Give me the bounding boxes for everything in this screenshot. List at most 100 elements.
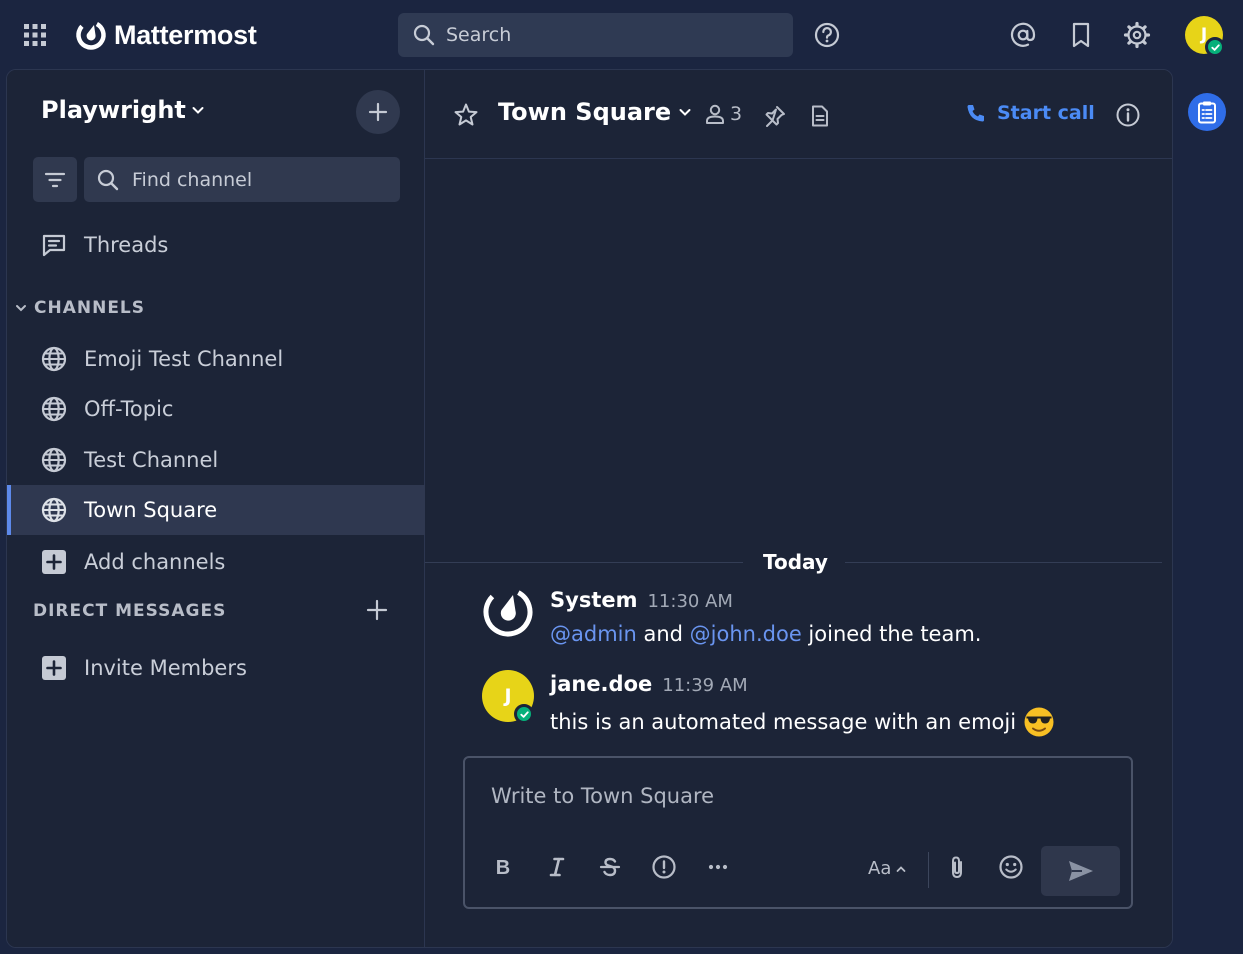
start-call-label: Start call bbox=[997, 102, 1095, 124]
format-label: Aa bbox=[868, 858, 892, 879]
add-direct-message-icon[interactable] bbox=[365, 598, 389, 622]
settings-icon[interactable] bbox=[1122, 20, 1152, 50]
mention-link[interactable]: @john.doe bbox=[690, 622, 802, 646]
avatar-initial: J bbox=[504, 685, 512, 707]
product-menu-icon[interactable] bbox=[22, 22, 48, 48]
priority-icon[interactable] bbox=[651, 854, 677, 880]
sidebar-item-threads[interactable]: Threads bbox=[7, 220, 425, 270]
section-label: CHANNELS bbox=[34, 298, 146, 318]
message-text: this is an automated message with an emo… bbox=[550, 710, 1023, 734]
add-box-icon bbox=[40, 548, 68, 576]
sidebar-item-label: Town Square bbox=[84, 498, 218, 522]
author-name[interactable]: jane.doe bbox=[550, 672, 652, 696]
sidebar-item-test-channel[interactable]: Test Channel bbox=[7, 435, 425, 485]
globe-icon bbox=[40, 446, 68, 474]
threads-icon bbox=[40, 231, 68, 259]
brand-name: Mattermost bbox=[114, 19, 257, 50]
message-input[interactable]: Write to Town Square bbox=[491, 784, 714, 808]
main-panel: Playwright Find channel Threads CHANNELS… bbox=[6, 69, 1173, 948]
post-time[interactable]: 11:39 AM bbox=[662, 675, 747, 696]
search-icon bbox=[96, 168, 120, 192]
channels-section-header[interactable]: CHANNELS bbox=[14, 298, 145, 318]
sidebar-item-label: Emoji Test Channel bbox=[84, 347, 284, 371]
team-name: Playwright bbox=[41, 96, 186, 124]
favorite-star-icon[interactable] bbox=[453, 102, 479, 128]
member-count: 3 bbox=[730, 103, 743, 125]
info-icon[interactable] bbox=[1115, 102, 1141, 128]
more-formatting-icon[interactable] bbox=[705, 854, 731, 880]
mattermost-logo-icon bbox=[75, 19, 107, 51]
svg-text:B: B bbox=[496, 857, 510, 879]
member-count-button[interactable]: 3 bbox=[704, 103, 742, 125]
add-button[interactable] bbox=[356, 90, 400, 134]
search-input[interactable]: Search bbox=[398, 13, 793, 57]
app-bar-clipboard-button[interactable] bbox=[1188, 93, 1226, 131]
send-icon bbox=[1067, 858, 1095, 884]
post-time[interactable]: 11:30 AM bbox=[647, 591, 732, 612]
saved-messages-icon[interactable] bbox=[1066, 20, 1096, 50]
user-avatar[interactable]: J bbox=[1185, 16, 1225, 57]
pin-icon[interactable] bbox=[763, 104, 787, 128]
emoji-picker-icon[interactable] bbox=[998, 854, 1024, 880]
mentions-icon[interactable] bbox=[1008, 20, 1038, 50]
bold-icon[interactable]: B bbox=[490, 854, 516, 880]
formatting-toggle-button[interactable]: Aa bbox=[868, 858, 907, 879]
channel-sidebar: Playwright Find channel Threads CHANNELS… bbox=[7, 70, 425, 947]
sidebar-item-emoji-test-channel[interactable]: Emoji Test Channel bbox=[7, 334, 425, 384]
toolbar-divider bbox=[928, 852, 929, 888]
brand-logo[interactable]: Mattermost bbox=[75, 18, 257, 52]
search-placeholder: Search bbox=[446, 24, 512, 46]
italic-icon[interactable] bbox=[544, 854, 570, 880]
direct-messages-section-header[interactable]: DIRECT MESSAGES bbox=[33, 601, 226, 621]
message-composer[interactable]: Write to Town Square B Aa bbox=[463, 756, 1133, 909]
clipboard-icon bbox=[1196, 100, 1218, 124]
chevron-down-icon bbox=[190, 102, 206, 118]
channel-filter-button[interactable] bbox=[33, 157, 77, 202]
channel-view: Town Square 3 Start call Today System 11… bbox=[425, 70, 1172, 947]
files-icon[interactable] bbox=[808, 104, 832, 128]
sidebar-item-label: Invite Members bbox=[84, 656, 247, 680]
sidebar-item-invite-members[interactable]: Invite Members bbox=[7, 643, 425, 693]
channel-name-menu[interactable]: Town Square bbox=[498, 98, 693, 126]
message-text: and bbox=[636, 622, 690, 646]
channel-header: Town Square 3 Start call bbox=[425, 70, 1172, 159]
system-avatar[interactable] bbox=[482, 586, 534, 638]
sidebar-item-label: Add channels bbox=[84, 550, 226, 574]
date-separator: Today bbox=[425, 548, 1162, 578]
chevron-up-icon bbox=[895, 863, 907, 875]
sunglasses-emoji-icon bbox=[1023, 706, 1055, 738]
sidebar-item-label: Off-Topic bbox=[84, 397, 174, 421]
phone-icon bbox=[965, 102, 987, 124]
filter-icon bbox=[43, 168, 67, 192]
post-author: jane.doe 11:39 AM bbox=[550, 672, 748, 696]
help-icon[interactable] bbox=[812, 20, 842, 50]
sidebar-item-off-topic[interactable]: Off-Topic bbox=[7, 384, 425, 434]
member-icon bbox=[704, 103, 726, 125]
globe-icon bbox=[40, 496, 68, 524]
post-message: @admin and @john.doe joined the team. bbox=[550, 622, 981, 646]
sidebar-item-add-channels[interactable]: Add channels bbox=[7, 537, 425, 587]
mention-link[interactable]: @admin bbox=[550, 622, 637, 646]
channel-name: Town Square bbox=[498, 98, 672, 126]
online-status-icon bbox=[514, 704, 534, 724]
strikethrough-icon[interactable] bbox=[597, 854, 623, 880]
find-channel-placeholder: Find channel bbox=[132, 168, 253, 191]
attachment-icon[interactable] bbox=[944, 854, 970, 880]
post-author: System 11:30 AM bbox=[550, 588, 733, 612]
start-call-button[interactable]: Start call bbox=[965, 102, 1095, 124]
date-label: Today bbox=[763, 550, 828, 574]
sidebar-item-town-square[interactable]: Town Square bbox=[7, 485, 425, 535]
chevron-down-icon bbox=[14, 301, 28, 315]
sidebar-item-label: Threads bbox=[84, 233, 169, 257]
team-menu[interactable]: Playwright bbox=[41, 96, 206, 124]
online-status-icon bbox=[1205, 37, 1225, 57]
find-channel-input[interactable]: Find channel bbox=[84, 157, 400, 202]
user-avatar[interactable]: J bbox=[482, 670, 534, 724]
global-header: Mattermost Search J bbox=[0, 0, 1243, 70]
section-label: DIRECT MESSAGES bbox=[33, 601, 227, 621]
send-button[interactable] bbox=[1041, 846, 1120, 896]
author-name[interactable]: System bbox=[550, 588, 637, 612]
chevron-down-icon bbox=[677, 104, 693, 120]
plus-icon bbox=[368, 102, 388, 122]
globe-icon bbox=[40, 395, 68, 423]
